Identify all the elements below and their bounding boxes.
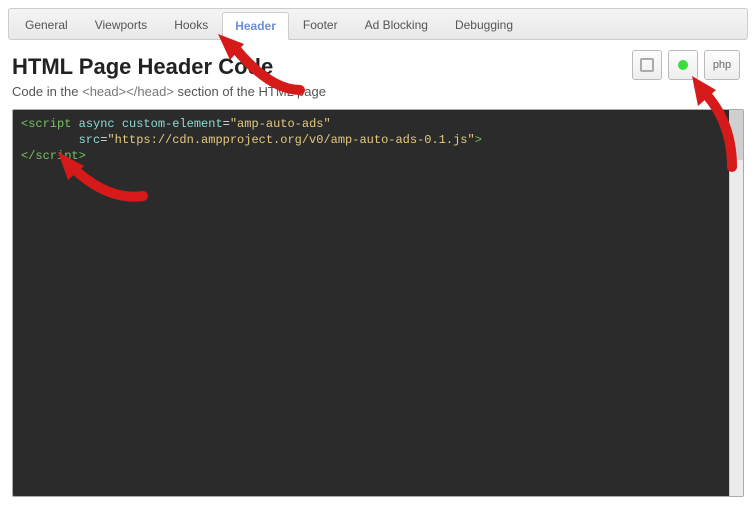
code-content: <script async custom-element="amp-auto-a… [13,110,743,170]
rectangle-icon [640,58,654,72]
section-header: HTML Page Header Code Code in the <head>… [12,54,744,99]
tab-bar: General Viewports Hooks Header Footer Ad… [8,8,748,40]
tab-debugging[interactable]: Debugging [442,11,526,39]
tab-ad-blocking[interactable]: Ad Blocking [352,11,441,39]
code-value: "https://cdn.ampproject.org/v0/amp-auto-… [107,133,474,147]
code-value: "amp-auto-ads" [230,117,331,131]
layout-button[interactable] [632,50,662,80]
tab-hooks[interactable]: Hooks [161,11,221,39]
scrollbar-thumb[interactable] [730,110,743,160]
subtitle-post: section of the HTML page [174,84,326,99]
tab-header[interactable]: Header [222,12,289,40]
tab-general[interactable]: General [12,11,81,39]
tab-viewports[interactable]: Viewports [82,11,160,39]
editor-scrollbar[interactable] [729,110,743,496]
status-dot-icon [678,60,688,70]
toolbar-buttons: php [632,50,740,80]
code-indent [21,133,79,147]
subtitle-tag: <head></head> [82,84,174,99]
code-attr: async custom-element [71,117,222,131]
code-tag-close: </script> [21,149,86,163]
code-editor[interactable]: <script async custom-element="amp-auto-a… [12,109,744,497]
code-tag-open: <script [21,117,71,131]
code-attr: src [79,133,101,147]
subtitle-pre: Code in the [12,84,82,99]
page-subtitle: Code in the <head></head> section of the… [12,84,744,99]
code-eq: = [223,117,230,131]
tab-footer[interactable]: Footer [290,11,351,39]
status-button[interactable] [668,50,698,80]
code-close: > [475,133,482,147]
php-toggle-button[interactable]: php [704,50,740,80]
